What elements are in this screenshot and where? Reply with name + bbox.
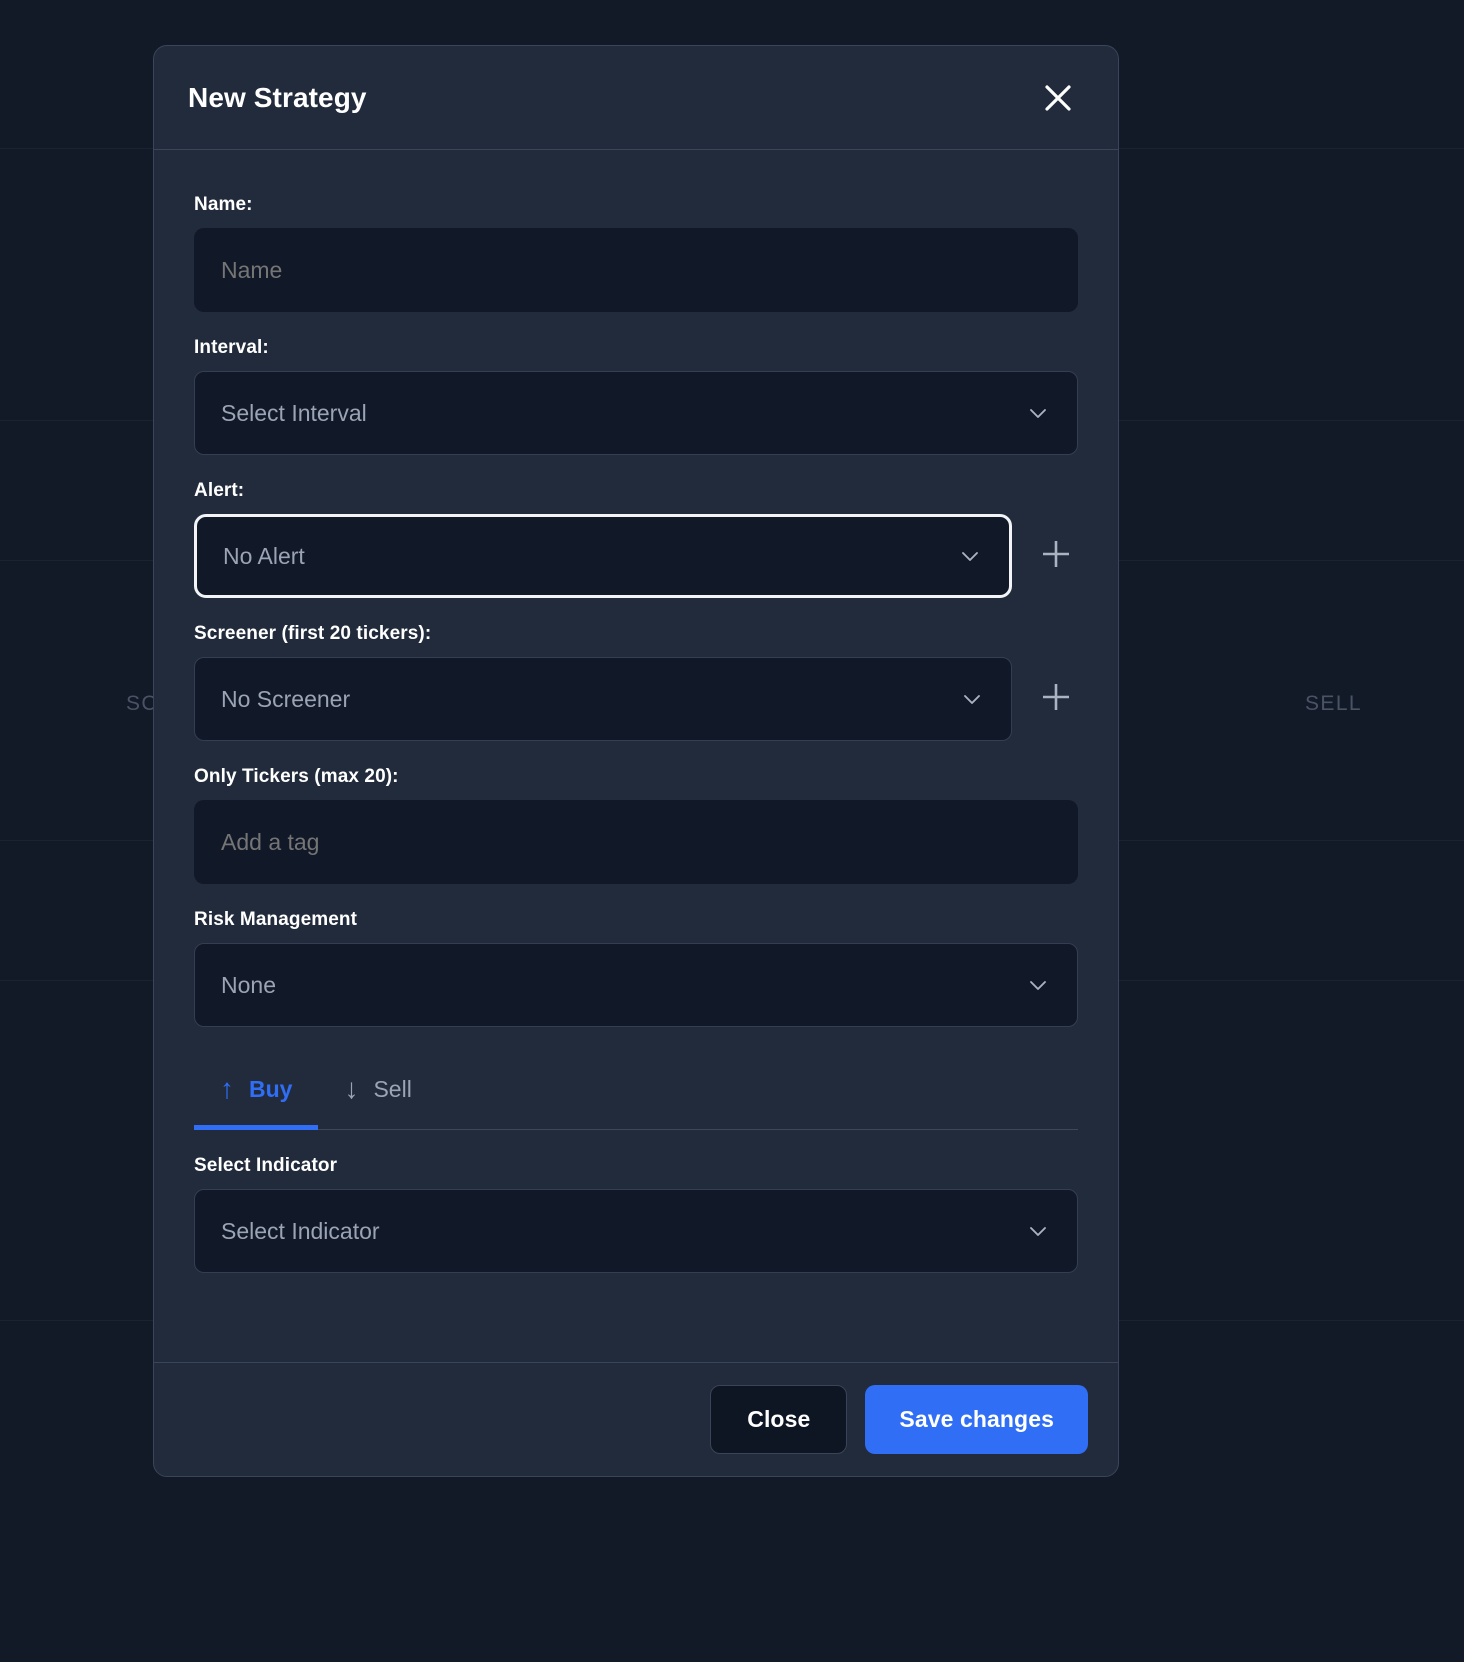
screener-select-value: No Screener — [221, 685, 351, 712]
screener-select[interactable]: No Screener — [194, 657, 1012, 741]
name-label: Name: — [194, 194, 253, 215]
chevron-down-icon — [959, 545, 981, 567]
close-x-icon[interactable] — [1036, 76, 1080, 120]
risk-management-label: Risk Management — [194, 909, 358, 930]
dialog-footer: Close Save changes — [154, 1362, 1118, 1476]
tab-buy-label: Buy — [249, 1075, 293, 1102]
interval-select-value: Select Interval — [221, 399, 367, 426]
plus-icon — [1039, 537, 1073, 576]
dialog-header: New Strategy — [154, 46, 1118, 150]
plus-icon — [1039, 680, 1073, 719]
save-changes-button[interactable]: Save changes — [865, 1385, 1088, 1454]
indicator-select-value: Select Indicator — [221, 1217, 380, 1244]
screener-label: Screener (first 20 tickers): — [194, 623, 432, 644]
ticker-tag-input-field[interactable] — [221, 828, 1051, 856]
indicator-select[interactable]: Select Indicator — [194, 1189, 1078, 1273]
only-tickers-label: Only Tickers (max 20): — [194, 766, 399, 787]
tab-buy[interactable]: ↑ Buy — [194, 1061, 319, 1130]
interval-select[interactable]: Select Interval — [194, 371, 1078, 455]
chevron-down-icon — [1027, 402, 1049, 424]
arrow-up-icon: ↑ — [220, 1073, 234, 1104]
name-input[interactable] — [194, 228, 1078, 312]
ticker-tag-input[interactable] — [194, 800, 1078, 884]
add-screener-button[interactable] — [1034, 677, 1078, 721]
name-input-field[interactable] — [221, 256, 1051, 284]
background-label-sell: SELL — [1305, 692, 1362, 715]
add-alert-button[interactable] — [1034, 534, 1078, 578]
direction-tabs: ↑ Buy ↓ Sell — [194, 1061, 1078, 1130]
select-indicator-label: Select Indicator — [194, 1155, 338, 1176]
arrow-down-icon: ↓ — [344, 1073, 359, 1104]
tab-sell-label: Sell — [373, 1075, 412, 1102]
dialog-body: Name: Interval: Select Interval Alert: N… — [154, 150, 1118, 1362]
dialog-title: New Strategy — [188, 81, 367, 113]
chevron-down-icon — [1027, 974, 1049, 996]
risk-management-select-value: None — [221, 971, 276, 998]
tab-sell[interactable]: ↓ Sell — [318, 1061, 437, 1130]
chevron-down-icon — [961, 688, 983, 710]
alert-row: No Alert — [194, 514, 1078, 598]
risk-management-select[interactable]: None — [194, 943, 1078, 1027]
alert-label: Alert: — [194, 480, 245, 501]
interval-label: Interval: — [194, 337, 269, 358]
screener-row: No Screener — [194, 657, 1078, 741]
new-strategy-dialog: New Strategy Name: Interval: Select Inte… — [153, 45, 1119, 1477]
chevron-down-icon — [1027, 1220, 1049, 1242]
close-button[interactable]: Close — [710, 1385, 848, 1454]
alert-select[interactable]: No Alert — [194, 514, 1012, 598]
alert-select-value: No Alert — [223, 542, 305, 569]
